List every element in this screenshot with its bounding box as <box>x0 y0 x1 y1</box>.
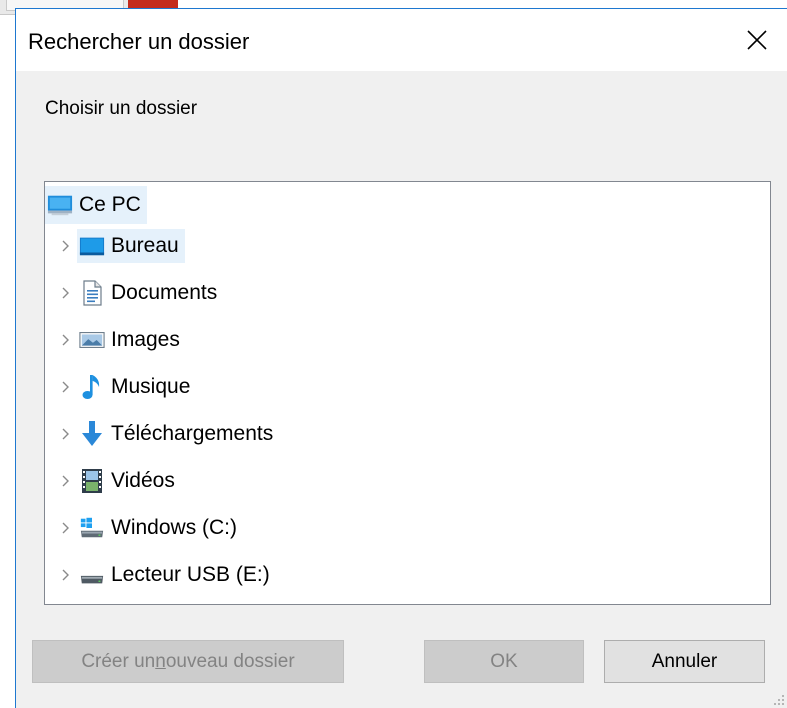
pictures-icon <box>79 328 105 352</box>
downloads-icon <box>79 421 105 446</box>
expand-chevron-icon[interactable] <box>55 323 77 357</box>
expand-chevron-icon[interactable] <box>55 370 77 404</box>
tree-item-label: Ce PC <box>79 193 141 216</box>
tree-item-telechargements-row: Téléchargements <box>77 417 279 451</box>
tree-item-musique-row: Musique <box>77 370 196 404</box>
tree-item-label: Documents <box>111 281 218 304</box>
expand-chevron-icon[interactable] <box>55 558 77 592</box>
tree-item-label: Windows (C:) <box>111 516 238 539</box>
new-folder-accelerator: n <box>155 650 166 672</box>
tree-item-documents-row: Documents <box>77 276 223 310</box>
tree-item-bureau[interactable]: Bureau <box>45 229 185 263</box>
tree-item-ce-pc-highlight: Ce PC <box>45 186 147 224</box>
tree-item-telechargements[interactable]: Téléchargements <box>45 417 279 451</box>
tree-item-label: Vidéos <box>111 469 175 492</box>
expand-chevron-icon[interactable] <box>55 417 77 451</box>
music-icon <box>79 375 105 399</box>
browse-folder-dialog: Rechercher un dossier Choisir un dossier <box>15 8 787 708</box>
tree-item-label: Bureau <box>111 234 179 257</box>
expand-chevron-icon[interactable] <box>55 511 77 545</box>
title-bar[interactable]: Rechercher un dossier <box>16 9 787 71</box>
new-folder-label-end: ouveau dossier <box>165 650 295 672</box>
tree-item-documents[interactable]: Documents <box>45 276 223 310</box>
dialog-title: Rechercher un dossier <box>28 29 250 54</box>
usb-drive-icon <box>79 563 105 587</box>
dialog-description: Choisir un dossier <box>45 98 198 119</box>
ok-button[interactable]: OK <box>424 640 584 683</box>
tree-item-label: Images <box>111 328 180 351</box>
tree-item-usb-e-row: Lecteur USB (E:) <box>77 558 276 592</box>
new-folder-label-start: Créer un <box>81 650 156 672</box>
resize-grip-icon[interactable] <box>771 692 785 706</box>
close-button[interactable] <box>727 9 787 71</box>
computer-icon <box>47 193 73 217</box>
expand-chevron-icon[interactable] <box>55 464 77 498</box>
videos-icon <box>79 469 105 493</box>
new-folder-button[interactable]: Créer un n ouveau dossier <box>32 640 344 683</box>
ok-button-label: OK <box>490 650 518 672</box>
documents-icon <box>79 280 105 306</box>
tree-item-videos-row: Vidéos <box>77 464 181 498</box>
tree-item-label: Musique <box>111 375 191 398</box>
tree-item-images-row: Images <box>77 323 186 357</box>
cancel-button-label: Annuler <box>651 650 718 672</box>
expand-chevron-icon[interactable] <box>55 276 77 310</box>
tree-item-windows-c-row: Windows (C:) <box>77 511 243 545</box>
expand-chevron-icon[interactable] <box>55 229 77 263</box>
tree-item-windows-c[interactable]: Windows (C:) <box>45 511 243 545</box>
tree-item-bureau-highlight: Bureau <box>77 229 185 263</box>
close-icon <box>747 30 767 50</box>
tree-item-musique[interactable]: Musique <box>45 370 196 404</box>
windows-drive-icon <box>79 516 105 540</box>
tree-item-usb-e[interactable]: Lecteur USB (E:) <box>45 558 276 592</box>
cancel-button[interactable]: Annuler <box>604 640 765 683</box>
tree-item-label: Lecteur USB (E:) <box>111 563 270 586</box>
folder-tree[interactable]: Ce PC Bureau Documents Images Musique Té… <box>44 181 771 605</box>
tree-item-images[interactable]: Images <box>45 323 186 357</box>
tree-item-videos[interactable]: Vidéos <box>45 464 181 498</box>
tree-item-label: Téléchargements <box>111 422 274 445</box>
desktop-icon <box>79 234 105 258</box>
tree-item-ce-pc[interactable]: Ce PC <box>45 186 147 224</box>
